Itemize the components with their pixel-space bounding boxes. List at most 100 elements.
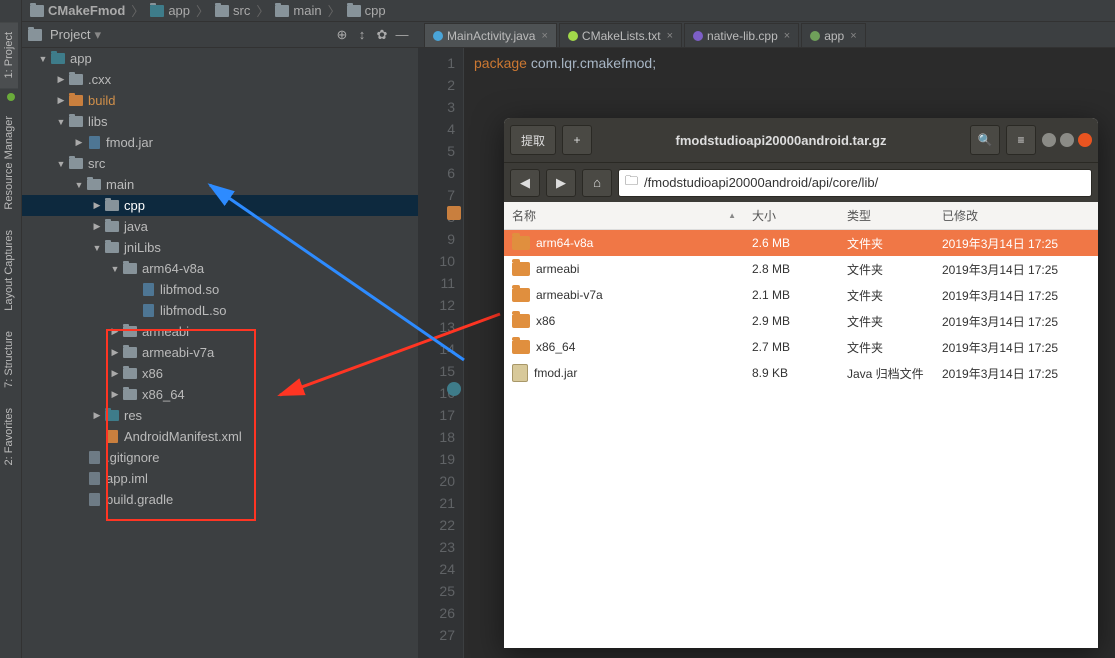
fm-row[interactable]: arm64-v8a2.6 MB文件夹2019年3月14日 17:25 — [504, 230, 1098, 256]
expand-icon[interactable]: ↕ — [352, 27, 372, 42]
chevron-icon: ▶ — [90, 410, 104, 421]
col-size[interactable]: 大小 — [744, 207, 839, 224]
sidetab-resource-manager[interactable]: Resource Manager — [0, 106, 18, 220]
close-icon[interactable]: × — [784, 30, 790, 42]
breadcrumb-item[interactable]: CMakeFmod — [26, 3, 129, 18]
tree-item[interactable]: ▶.cxx — [22, 69, 418, 90]
col-name[interactable]: 名称▲ — [504, 207, 744, 224]
chevron-icon: ▼ — [54, 159, 68, 169]
tree-item[interactable]: AndroidManifest.xml — [22, 426, 418, 447]
fm-modified: 2019年3月14日 17:25 — [934, 365, 1098, 382]
tree-item[interactable]: ▼libs — [22, 111, 418, 132]
tree-item-label: .gitignore — [106, 450, 159, 465]
fm-modified: 2019年3月14日 17:25 — [934, 339, 1098, 356]
folder-icon — [512, 262, 530, 276]
file-file-icon — [86, 493, 102, 507]
tree-item[interactable]: ▼jniLibs — [22, 237, 418, 258]
editor-tab[interactable]: native-lib.cpp× — [684, 23, 799, 47]
close-icon[interactable] — [1078, 133, 1092, 147]
col-type[interactable]: 类型 — [839, 207, 934, 224]
close-icon[interactable]: × — [667, 30, 673, 42]
fm-title: fmodstudioapi20000android.tar.gz — [598, 133, 964, 148]
breadcrumb-item[interactable]: main — [271, 3, 325, 18]
chevron-icon: ▼ — [108, 264, 122, 274]
fm-modified: 2019年3月14日 17:25 — [934, 313, 1098, 330]
tree-item[interactable]: ▶java — [22, 216, 418, 237]
home-icon[interactable]: ⌂ — [582, 169, 612, 197]
sidetab-favorites[interactable]: 2: Favorites — [0, 398, 18, 475]
fm-size: 2.1 MB — [744, 288, 839, 302]
folder-icon: 🗀 — [625, 172, 638, 194]
so-file-icon — [140, 304, 156, 318]
editor-tab[interactable]: app× — [801, 23, 865, 47]
tree-item[interactable]: ▶build — [22, 90, 418, 111]
tree-item[interactable]: ▶res — [22, 405, 418, 426]
tree-item[interactable]: ▼main — [22, 174, 418, 195]
tree-item[interactable]: ▶x86 — [22, 363, 418, 384]
close-icon[interactable]: × — [850, 30, 856, 42]
fm-name: x86_64 — [536, 340, 575, 354]
fm-row[interactable]: fmod.jar8.9 KBJava 归档文件2019年3月14日 17:25 — [504, 360, 1098, 386]
editor-tabbar: MainActivity.java×CMakeLists.txt×native-… — [418, 22, 1115, 48]
menu-icon[interactable]: ≡ — [1006, 125, 1036, 155]
tab-label: MainActivity.java — [447, 29, 535, 43]
forward-icon[interactable]: ▶ — [546, 169, 576, 197]
gear-icon[interactable]: ✿ — [372, 27, 392, 43]
search-icon[interactable]: 🔍 — [970, 125, 1000, 155]
breadcrumb-item[interactable]: src — [211, 3, 254, 18]
col-modified[interactable]: 已修改 — [934, 207, 1098, 224]
fm-row[interactable]: x86_642.7 MB文件夹2019年3月14日 17:25 — [504, 334, 1098, 360]
fm-size: 8.9 KB — [744, 366, 839, 380]
project-icon — [28, 29, 42, 41]
fm-name: armeabi — [536, 262, 579, 276]
tree-item[interactable]: ▼src — [22, 153, 418, 174]
fm-row[interactable]: x862.9 MB文件夹2019年3月14日 17:25 — [504, 308, 1098, 334]
tree-item[interactable]: ▶armeabi-v7a — [22, 342, 418, 363]
extract-button[interactable]: 提取 — [510, 125, 556, 155]
fm-type: 文件夹 — [839, 261, 934, 278]
tree-item[interactable]: ▶fmod.jar — [22, 132, 418, 153]
editor-tab[interactable]: MainActivity.java × — [424, 23, 557, 47]
tree-item[interactable]: app.iml — [22, 468, 418, 489]
chevron-icon: ▶ — [54, 74, 68, 85]
tree-item[interactable]: build.gradle — [22, 489, 418, 510]
fm-type: 文件夹 — [839, 235, 934, 252]
xml-file-icon — [104, 430, 120, 444]
gutter-mark-icon — [447, 382, 461, 396]
sidetab-project[interactable]: 1: Project — [0, 22, 18, 88]
fm-row[interactable]: armeabi-v7a2.1 MB文件夹2019年3月14日 17:25 — [504, 282, 1098, 308]
chevron-icon: ▶ — [90, 221, 104, 232]
tree-item[interactable]: ▶x86_64 — [22, 384, 418, 405]
maximize-icon[interactable] — [1060, 133, 1074, 147]
project-title: Project — [50, 27, 90, 42]
tree-item[interactable]: ▶cpp — [22, 195, 418, 216]
chevron-icon: ▼ — [36, 54, 50, 64]
back-icon[interactable]: ◀ — [510, 169, 540, 197]
tree-item-label: build — [88, 93, 115, 108]
tree-item[interactable]: .gitignore — [22, 447, 418, 468]
editor-tab[interactable]: CMakeLists.txt× — [559, 23, 682, 47]
breadcrumb-item[interactable]: app — [146, 3, 194, 18]
add-button[interactable]: + — [562, 125, 592, 155]
tree-item-label: libs — [88, 114, 108, 129]
fm-list[interactable]: arm64-v8a2.6 MB文件夹2019年3月14日 17:25armeab… — [504, 230, 1098, 648]
chevron-icon: ▶ — [72, 137, 86, 148]
sidetab-structure[interactable]: 7: Structure — [0, 321, 18, 398]
tree-item[interactable]: ▶armeabi — [22, 321, 418, 342]
file-file-icon — [86, 451, 102, 465]
hide-icon[interactable]: — — [392, 27, 412, 42]
breadcrumb-item[interactable]: cpp — [343, 3, 390, 18]
minimize-icon[interactable] — [1042, 133, 1056, 147]
fm-titlebar: 提取 + fmodstudioapi20000android.tar.gz 🔍 … — [504, 118, 1098, 162]
locate-icon[interactable]: ⊕ — [332, 27, 352, 43]
tree-item[interactable]: ▼app — [22, 48, 418, 69]
tree-item[interactable]: libfmodL.so — [22, 300, 418, 321]
tree-item[interactable]: libfmod.so — [22, 279, 418, 300]
folder-icon — [30, 5, 44, 17]
location-bar[interactable]: 🗀 /fmodstudioapi20000android/api/core/li… — [618, 169, 1092, 197]
sidetab-layout-captures[interactable]: Layout Captures — [0, 220, 18, 321]
fm-row[interactable]: armeabi2.8 MB文件夹2019年3月14日 17:25 — [504, 256, 1098, 282]
project-tree[interactable]: ▼app▶.cxx▶build▼libs▶fmod.jar▼src▼main▶c… — [22, 48, 418, 658]
close-icon[interactable]: × — [541, 30, 547, 42]
tree-item[interactable]: ▼arm64-v8a — [22, 258, 418, 279]
